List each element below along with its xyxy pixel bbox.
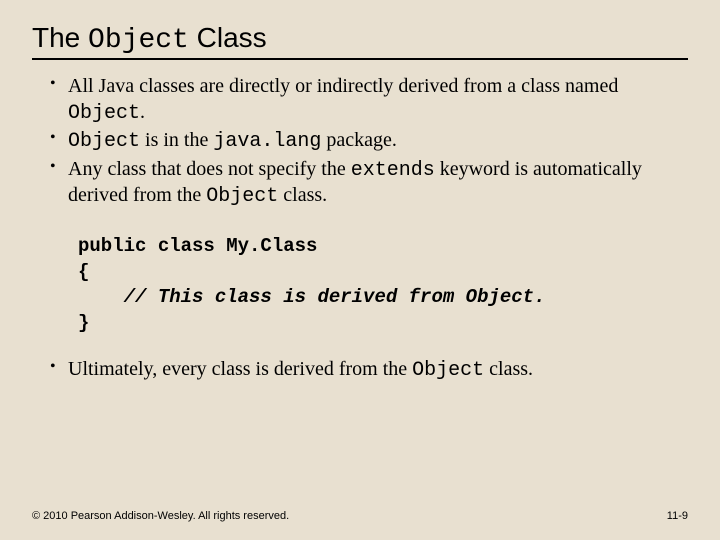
title-text-1: The: [32, 22, 88, 53]
page-number: 11-9: [667, 510, 688, 522]
copyright-text: © 2010 Pearson Addison-Wesley. All right…: [32, 510, 289, 522]
bullet-list-bottom: Ultimately, every class is derived from …: [50, 357, 688, 384]
bullet-item: Ultimately, every class is derived from …: [50, 357, 688, 384]
code-line: }: [78, 312, 89, 334]
code-block: public class My.Class { // This class is…: [78, 234, 688, 337]
title-text-2: Class: [189, 22, 267, 53]
slide-title: The Object Class: [32, 22, 688, 60]
code-comment: // This class is derived from Object.: [78, 286, 545, 308]
code-line: {: [78, 261, 89, 283]
bullet-item: Object is in the java.lang package.: [50, 128, 688, 155]
bullet-list-top: All Java classes are directly or indirec…: [50, 74, 688, 210]
bullet-item: All Java classes are directly or indirec…: [50, 74, 688, 126]
code-line: public class My.Class: [78, 235, 317, 257]
bullet-item: Any class that does not specify the exte…: [50, 157, 688, 210]
title-code: Object: [88, 25, 189, 56]
